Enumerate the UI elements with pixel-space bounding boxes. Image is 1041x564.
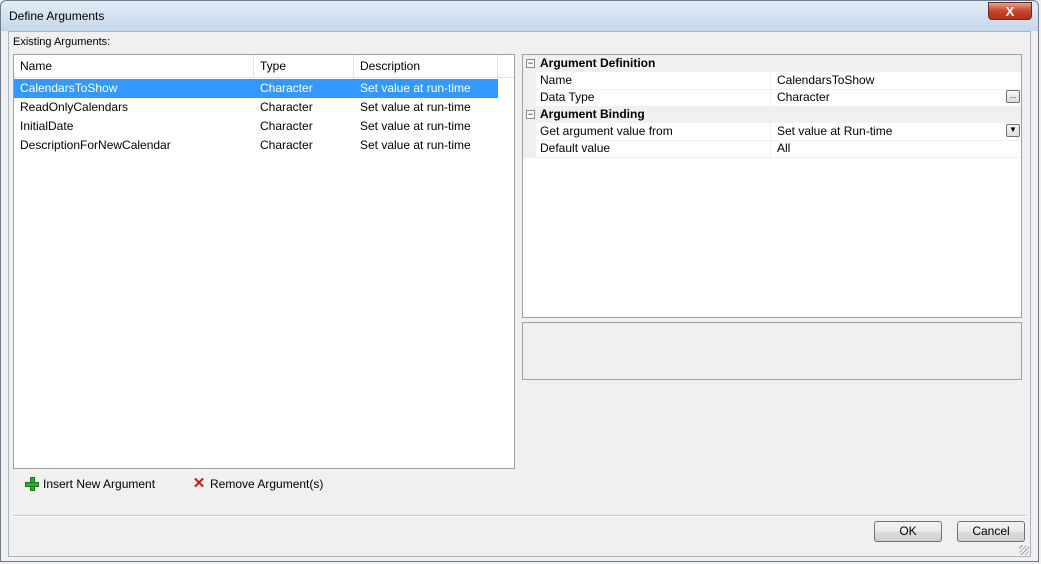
- property-value[interactable]: Set value at Run-time: [777, 123, 892, 140]
- property-grid[interactable]: − Argument Definition Name CalendarsToSh…: [522, 54, 1022, 318]
- row-description: Set value at run-time: [360, 81, 471, 95]
- column-header-description[interactable]: Description: [354, 55, 498, 77]
- category-label: Argument Definition: [540, 56, 656, 70]
- property-label: Get argument value from: [540, 123, 771, 140]
- property-getfrom-row[interactable]: Get argument value from Set value at Run…: [523, 123, 1021, 141]
- row-name: ReadOnlyCalendars: [20, 100, 129, 114]
- column-header-name[interactable]: Name: [14, 55, 254, 77]
- table-row[interactable]: ReadOnlyCalendars Character Set value at…: [14, 98, 498, 117]
- arguments-list[interactable]: Name Type Description CalendarsToShow Ch…: [13, 54, 515, 469]
- row-description: Set value at run-time: [360, 100, 471, 114]
- category-argument-binding[interactable]: − Argument Binding: [523, 106, 1021, 123]
- window-title: Define Arguments: [9, 9, 105, 23]
- row-gutter: [523, 123, 536, 140]
- ok-button[interactable]: OK: [874, 521, 942, 542]
- row-gutter: [523, 72, 536, 89]
- row-type: Character: [260, 119, 313, 133]
- property-name-row[interactable]: Name CalendarsToShow: [523, 72, 1021, 90]
- property-value[interactable]: Character: [777, 89, 830, 106]
- row-type: Character: [260, 100, 313, 114]
- remove-argument-button[interactable]: ✕ Remove Argument(s): [192, 475, 324, 493]
- insert-argument-label: Insert New Argument: [43, 477, 156, 491]
- collapse-icon[interactable]: −: [526, 59, 535, 68]
- category-argument-definition[interactable]: − Argument Definition: [523, 55, 1021, 72]
- property-label: Data Type: [540, 89, 771, 106]
- table-row[interactable]: CalendarsToShow Character Set value at r…: [14, 79, 498, 98]
- row-type: Character: [260, 81, 313, 95]
- row-description: Set value at run-time: [360, 138, 471, 152]
- list-header: Name Type Description: [14, 55, 514, 78]
- property-label: Default value: [540, 140, 771, 157]
- collapse-icon[interactable]: −: [526, 110, 535, 119]
- separator: [13, 515, 1026, 517]
- existing-arguments-label: Existing Arguments:: [13, 36, 111, 48]
- delete-x-icon: ✕: [192, 475, 206, 492]
- ellipsis-button[interactable]: ...: [1006, 90, 1020, 103]
- add-plus-icon: [25, 477, 39, 491]
- property-label: Name: [540, 72, 771, 89]
- define-arguments-dialog: Define Arguments X Existing Arguments: N…: [0, 0, 1039, 562]
- property-value[interactable]: All: [777, 140, 790, 157]
- property-default-row[interactable]: Default value All: [523, 140, 1021, 158]
- insert-argument-button[interactable]: Insert New Argument: [25, 475, 155, 493]
- title-bar[interactable]: Define Arguments X: [1, 1, 1038, 31]
- remove-argument-label: Remove Argument(s): [210, 477, 324, 491]
- row-name: DescriptionForNewCalendar: [20, 138, 171, 152]
- close-button[interactable]: X: [988, 2, 1032, 20]
- column-header-type[interactable]: Type: [254, 55, 354, 77]
- resize-grip[interactable]: [1019, 545, 1029, 555]
- table-row[interactable]: DescriptionForNewCalendar Character Set …: [14, 136, 498, 155]
- dialog-body: Existing Arguments: Name Type Descriptio…: [8, 31, 1031, 557]
- row-name: InitialDate: [20, 119, 74, 133]
- row-description: Set value at run-time: [360, 119, 471, 133]
- dropdown-arrow-icon[interactable]: ▼: [1006, 124, 1020, 137]
- cancel-button[interactable]: Cancel: [957, 521, 1025, 542]
- property-help-panel: [522, 322, 1022, 380]
- row-gutter: [523, 89, 536, 106]
- property-datatype-row[interactable]: Data Type Character ...: [523, 89, 1021, 107]
- row-name: CalendarsToShow: [20, 81, 118, 95]
- row-type: Character: [260, 138, 313, 152]
- table-row[interactable]: InitialDate Character Set value at run-t…: [14, 117, 498, 136]
- property-value[interactable]: CalendarsToShow: [777, 72, 874, 89]
- row-gutter: [523, 140, 536, 157]
- category-label: Argument Binding: [540, 107, 645, 121]
